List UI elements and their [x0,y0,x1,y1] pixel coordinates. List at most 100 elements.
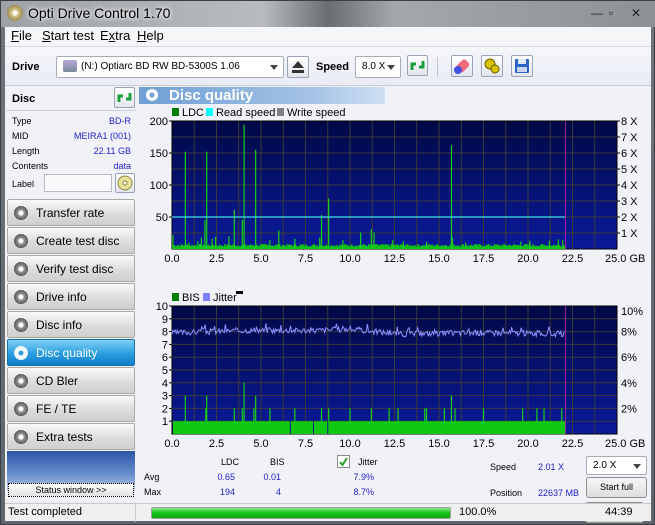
y2-tick-label: 8% [621,327,637,339]
y-tick-label: 4 [162,378,168,390]
drive-label: Drive [12,61,40,73]
chevron-down-icon [387,65,395,70]
y-tick-label: 6 [162,352,168,364]
refresh-icon [117,93,132,102]
disc-icon [14,374,28,388]
menu-extra[interactable]: Extra [100,28,130,43]
stats-max-label: Max [144,487,162,497]
maximize-button[interactable]: ▫ [600,5,622,21]
stats-max-ldc: 194 [219,487,235,497]
nav-create-test-disc[interactable]: Create test disc [7,227,135,254]
close-button[interactable]: ✕ [625,5,647,21]
ldc-chart: LDC Read speed Write speed 0.0 2.5 5.0 7.5 1… [150,107,646,265]
y2-tick-label: 1 X [621,228,638,240]
jitter-checkbox[interactable] [337,455,350,468]
divider [135,504,136,522]
settings-button[interactable] [481,55,503,77]
y2-tick-label: 8 X [621,116,638,128]
disc-icon [14,206,28,220]
disc-label-button[interactable] [115,173,135,193]
client-area: File Start test Extra Help Drive (N:) Op… [5,27,651,523]
nav-disc-quality[interactable]: Disc quality [7,339,135,366]
disc-contents-key: Contents [12,161,49,171]
maximize-icon: ▫ [608,6,614,20]
disc-label-input[interactable] [44,174,112,192]
disc-info-box: Disc Type BD-R MID MEIRA1 (001) Length 2… [6,87,137,195]
y-tick-label: 2 [162,403,168,415]
y-tick-label: 3 [162,391,168,403]
disc-refresh-button[interactable] [114,87,135,108]
y2-tick-label: 7 X [621,132,638,144]
status-bar: Test completed 100.0% 44:39 [5,503,651,522]
x-tick-label: 17.5 [473,438,494,450]
x-tick-label: 0.0 [164,253,179,265]
stats-max-bis: 4 [275,487,281,497]
y-tick-label: 50 [156,212,168,224]
y-tick-label: 7 [162,339,168,351]
legend-swatch-bis [172,293,179,301]
x-tick-label: 5.0 [253,253,268,265]
disc-quality-icon [146,89,158,101]
nav-fe-te[interactable]: FE / TE [7,395,135,422]
y-tick-label: 150 [150,148,168,160]
stats-col-ldc: LDC [221,457,240,467]
title-bar[interactable]: Opti Drive Control 1.70 — ▫ ✕ [1,1,655,27]
panel-header: Disc quality [139,87,385,104]
x-tick-label: 17.5 [473,253,494,265]
y2-tick-label: 6 X [621,148,638,160]
x-tick-label: 0.0 [164,438,179,450]
legend-label-jitter: Jitter [213,292,237,304]
erase-button[interactable] [451,55,473,77]
x-tick-label: 5.0 [253,438,268,450]
nav-drive-info[interactable]: Drive info [7,283,135,310]
save-icon [515,59,529,73]
disc-icon [14,346,28,360]
position-value: 22637 MB [538,488,580,498]
menu-help[interactable]: Help [137,28,164,43]
checkmark-icon [339,457,348,467]
start-full-button[interactable]: Start full [586,477,647,498]
eject-button[interactable] [287,56,309,78]
y2-tick-label: 10% [621,306,643,318]
left-panel: Disc Type BD-R MID MEIRA1 (001) Length 2… [6,87,137,501]
speed-readout-label: Speed [490,462,517,472]
legend-marker [236,291,243,294]
x-tick-label: 2.5 [209,253,224,265]
disc-title: Disc [12,93,36,105]
drive-icon [63,60,77,73]
y2-tick-label: 2% [621,403,637,415]
y2-tick-label: 2 X [621,212,638,224]
test-speed-select[interactable]: 2.0 X [586,456,647,475]
speed-select[interactable]: 8.0 X [355,56,401,78]
disc-mid-value: MEIRA1 (001) [73,131,131,141]
x-tick-label: 15.0 [428,438,449,450]
menu-start-test[interactable]: Start test [42,28,94,43]
y2-tick-label: 4% [621,378,637,390]
elapsed-time: 44:39 [605,506,633,518]
speed-readout-value: 2.01 X [538,462,565,472]
nav-verify-test-disc[interactable]: Verify test disc [7,255,135,282]
stats-col-bis: BIS [270,457,285,467]
nav-transfer-rate[interactable]: Transfer rate [7,199,135,226]
progress-fill [152,508,450,518]
nav-extra-tests[interactable]: Extra tests [7,423,135,450]
menu-file[interactable]: File [11,28,32,43]
refresh-speed-button[interactable] [407,55,428,76]
save-button[interactable] [511,55,533,77]
status-window-button[interactable]: Status window >> [8,483,134,497]
disc-icon [14,402,28,416]
bis-baseline [173,421,566,434]
nav-disc-info[interactable]: Disc info [7,311,135,338]
progress-bar [151,507,451,519]
erase-icon [454,59,470,74]
x-tick-label: 7.5 [298,438,313,450]
drive-select[interactable]: (N:) Optiarc BD RW BD-5300S 1.06 [56,56,284,78]
disc-icon [14,430,28,444]
stats-col-jitter: Jitter [358,457,378,467]
x-tick-label: 20.0 [517,438,538,450]
app-window: Opti Drive Control 1.70 — ▫ ✕ File Start… [0,0,655,525]
nav-cd-bler[interactable]: CD Bler [7,367,135,394]
x-tick-label: 12.5 [384,438,405,450]
disc-mid-key: MID [12,131,29,141]
y2-tick-label: 3 X [621,196,638,208]
